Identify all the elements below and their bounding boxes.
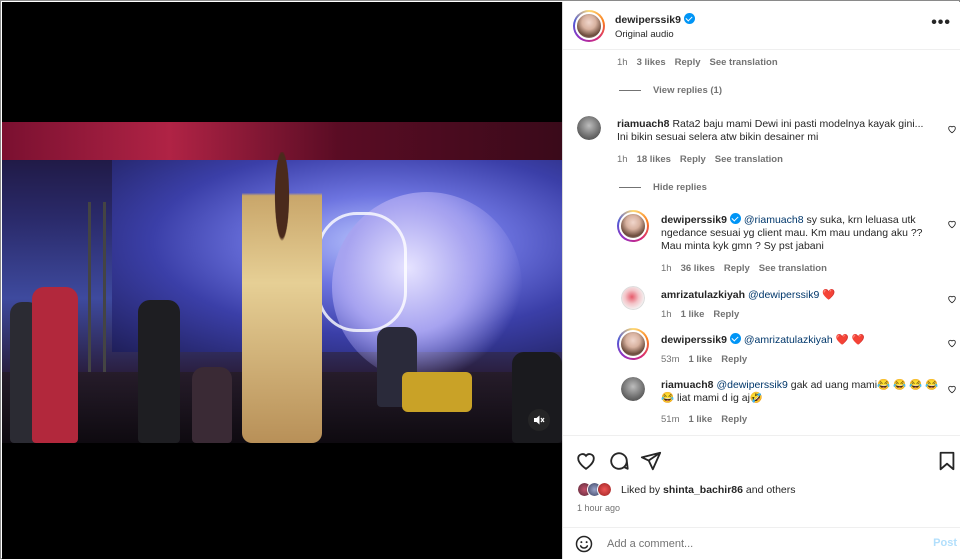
comment-meta: 1h 3 likes Reply See translation bbox=[617, 57, 787, 68]
verified-badge-icon bbox=[683, 13, 695, 24]
view-replies-button[interactable]: View replies (1) bbox=[619, 85, 722, 96]
author-avatar[interactable] bbox=[573, 10, 605, 42]
comment-likes[interactable]: 18 likes bbox=[637, 154, 671, 165]
comment-input[interactable] bbox=[607, 536, 907, 552]
commenter-username[interactable]: riamuach8 bbox=[661, 379, 714, 391]
comment-likes[interactable]: 1 like bbox=[688, 414, 712, 425]
comment-meta: 53m 1 like Reply bbox=[661, 354, 756, 365]
reply-button[interactable]: Reply bbox=[721, 414, 747, 425]
commenter-avatar[interactable] bbox=[621, 377, 645, 401]
author-info: dewiperssik9 bbox=[615, 13, 695, 26]
see-translation-button[interactable]: See translation bbox=[759, 263, 827, 274]
reply-button[interactable]: Reply bbox=[713, 309, 739, 320]
mention-link[interactable]: @riamuach8 bbox=[744, 214, 804, 226]
comment-meta: 1h 18 likes Reply See translation bbox=[617, 154, 792, 165]
liked-by-suffix[interactable]: and others bbox=[743, 484, 796, 496]
see-translation-button[interactable]: See translation bbox=[715, 154, 783, 165]
audience-person bbox=[32, 287, 78, 443]
like-comment-heart-icon[interactable] bbox=[947, 294, 957, 304]
comment-body: riamuach8 Rata2 baju mami Dewi ini pasti… bbox=[617, 118, 937, 144]
liked-by-avatars[interactable] bbox=[577, 482, 617, 498]
commenter-username[interactable]: amrizatulazkiyah bbox=[661, 289, 745, 301]
comment-meta: 1h 36 likes Reply See translation bbox=[661, 263, 836, 274]
instagram-post-window: dewiperssik9 Original audio ••• 1h 3 like… bbox=[0, 0, 960, 559]
musician bbox=[192, 367, 232, 443]
post-header: dewiperssik9 Original audio ••• bbox=[563, 2, 960, 50]
mute-button[interactable] bbox=[528, 409, 550, 431]
more-options-icon[interactable]: ••• bbox=[931, 15, 951, 31]
liked-by-prefix: Liked by bbox=[621, 484, 664, 496]
reel-video[interactable] bbox=[2, 122, 562, 443]
like-comment-heart-icon[interactable] bbox=[947, 124, 957, 134]
comment-text: ❤️ bbox=[819, 289, 836, 301]
like-comment-heart-icon[interactable] bbox=[947, 338, 957, 348]
speaker-muted-icon bbox=[534, 415, 545, 425]
bookmark-icon[interactable] bbox=[936, 450, 958, 472]
post-side-panel: dewiperssik9 Original audio ••• 1h 3 like… bbox=[562, 2, 960, 559]
verified-badge-icon bbox=[729, 333, 741, 344]
comments-list[interactable]: 1h 3 likes Reply See translation View repli… bbox=[563, 50, 960, 435]
reply-button[interactable]: Reply bbox=[721, 354, 747, 365]
comment-meta: 51m 1 like Reply bbox=[661, 414, 756, 425]
audience-person bbox=[138, 300, 180, 443]
post-timestamp[interactable]: 1 hour ago bbox=[577, 503, 620, 513]
share-paper-plane-icon[interactable] bbox=[640, 450, 662, 472]
like-heart-icon[interactable] bbox=[575, 450, 597, 472]
comment-likes[interactable]: 3 likes bbox=[637, 57, 666, 68]
post-actions: Liked by shinta_bachir86 and others 1 ho… bbox=[563, 435, 960, 527]
post-media[interactable] bbox=[2, 2, 562, 559]
comment-time: 51m bbox=[661, 414, 680, 425]
verified-badge-icon bbox=[729, 213, 741, 224]
comment-time: 1h bbox=[661, 263, 672, 274]
comment-body: riamuach8 @dewiperssik9 gak ad uang mami… bbox=[661, 379, 941, 405]
drum-kit bbox=[402, 372, 472, 412]
reply-button[interactable]: Reply bbox=[724, 263, 750, 274]
comment-likes[interactable]: 36 likes bbox=[681, 263, 715, 274]
comment-bubble-icon[interactable] bbox=[608, 450, 630, 472]
comment-time: 53m bbox=[661, 354, 680, 365]
audio-label[interactable]: Original audio bbox=[615, 29, 674, 40]
dancer bbox=[242, 152, 322, 443]
comment-meta: 1h 1 like Reply bbox=[661, 309, 748, 320]
commenter-avatar[interactable] bbox=[617, 210, 649, 242]
liked-by-username[interactable]: shinta_bachir86 bbox=[663, 484, 743, 496]
stage-monogram bbox=[317, 212, 407, 332]
author-username[interactable]: dewiperssik9 bbox=[615, 14, 681, 26]
comment-body: dewiperssik9 @amrizatulazkiyah ❤️ ❤️ bbox=[661, 333, 941, 347]
comment-time: 1h bbox=[661, 309, 672, 320]
mention-link[interactable]: @amrizatulazkiyah bbox=[744, 334, 833, 346]
comment-time: 1h bbox=[617, 57, 628, 68]
mention-link[interactable]: @dewiperssik9 bbox=[716, 379, 787, 391]
commenter-avatar[interactable] bbox=[577, 116, 601, 140]
commenter-avatar[interactable] bbox=[617, 328, 649, 360]
reply-button[interactable]: Reply bbox=[680, 154, 706, 165]
hide-replies-button[interactable]: Hide replies bbox=[619, 182, 707, 193]
comment-time: 1h bbox=[617, 154, 628, 165]
like-comment-heart-icon[interactable] bbox=[947, 384, 957, 394]
comment-body: dewiperssik9 @riamuach8 sy suka, krn lel… bbox=[661, 213, 941, 253]
like-comment-heart-icon[interactable] bbox=[947, 219, 957, 229]
commenter-username[interactable]: dewiperssik9 bbox=[661, 334, 727, 346]
post-comment-button[interactable]: Post bbox=[933, 537, 957, 549]
commenter-avatar[interactable] bbox=[621, 286, 645, 310]
commenter-username[interactable]: riamuach8 bbox=[617, 118, 670, 130]
see-translation-button[interactable]: See translation bbox=[710, 57, 778, 68]
comment-text: ❤️ ❤️ bbox=[832, 334, 865, 346]
add-comment-bar: Post bbox=[563, 527, 960, 559]
comment-likes[interactable]: 1 like bbox=[681, 309, 705, 320]
commenter-username[interactable]: dewiperssik9 bbox=[661, 214, 727, 226]
comment-likes[interactable]: 1 like bbox=[688, 354, 712, 365]
liker-avatar bbox=[597, 482, 612, 497]
emoji-icon[interactable] bbox=[575, 535, 593, 553]
liked-by-text: Liked by shinta_bachir86 and others bbox=[621, 484, 796, 496]
comment-body: amrizatulazkiyah @dewiperssik9 ❤️ bbox=[661, 289, 941, 302]
mention-link[interactable]: @dewiperssik9 bbox=[748, 289, 819, 301]
reply-button[interactable]: Reply bbox=[675, 57, 701, 68]
